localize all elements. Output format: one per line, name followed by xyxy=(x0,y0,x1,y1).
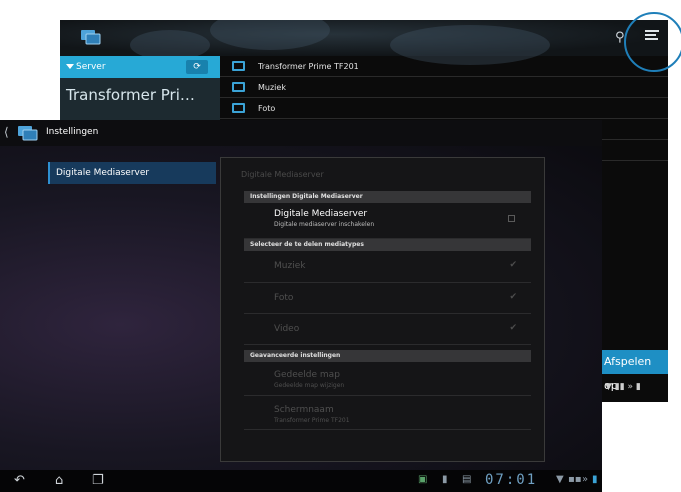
nav-item-digitale-mediaserver[interactable]: Digitale Mediaserver xyxy=(48,162,216,184)
list-item[interactable]: Transformer Prime TF201 xyxy=(220,56,668,77)
refresh-icon[interactable]: ⟳ xyxy=(186,60,208,74)
media-app-icon xyxy=(81,30,101,45)
section-header: Geavanceerde instellingen xyxy=(244,350,531,362)
device-name: Transformer Pri… xyxy=(66,86,195,104)
screen-name-setting[interactable]: Schermnaam Transformer Prime TF201 xyxy=(244,396,531,430)
clock: 07:01 xyxy=(485,472,538,488)
setting-title: Muziek xyxy=(274,261,306,271)
list-item-label: Foto xyxy=(258,104,276,113)
nav-item-label: Digitale Mediaserver xyxy=(56,168,150,178)
media-type-muziek[interactable]: Muziek ✔ xyxy=(244,251,531,283)
play-on-button[interactable]: Afspelen op xyxy=(600,350,668,392)
setting-subtitle: Digitale mediaserver inschakelen xyxy=(274,221,375,228)
setting-subtitle: Gedeelde map wijzigen xyxy=(274,382,345,389)
window-title: Instellingen xyxy=(46,127,99,137)
highlight-circle xyxy=(624,12,681,72)
setting-subtitle: Transformer Prime TF201 xyxy=(274,417,350,424)
server-header[interactable]: Server ⟳ xyxy=(60,56,220,78)
background-status-icons: ▼ ▮▮ » ▮ xyxy=(605,382,641,392)
shared-folder-setting[interactable]: Gedeelde map Gedeelde map wijzigen xyxy=(244,362,531,396)
media-type-foto[interactable]: Foto ✔ xyxy=(244,283,531,314)
usb-notification-icon: ▤ xyxy=(462,474,472,485)
setting-title: Video xyxy=(274,324,300,334)
background-action-bar: ⚲ xyxy=(60,20,668,65)
server-label: Server xyxy=(76,62,106,72)
expand-triangle-icon xyxy=(66,64,74,69)
media-app-icon[interactable] xyxy=(17,124,39,143)
list-item[interactable]: Foto xyxy=(220,98,668,119)
folder-icon xyxy=(232,103,245,113)
setting-title: Digitale Mediaserver xyxy=(274,209,368,219)
wifi-icon: ▼ xyxy=(556,474,564,485)
back-icon[interactable]: ↶ xyxy=(14,473,25,488)
home-icon[interactable]: ⌂ xyxy=(55,473,63,488)
system-navigation-bar: ↶ ⌂ ❐ ▣ ▮ ▤ 07:01 ▼ ▪▪ » ▮ xyxy=(0,470,602,492)
checkmark-icon[interactable]: ✔ xyxy=(509,260,517,270)
list-item-label: Transformer Prime TF201 xyxy=(258,62,359,71)
settings-screenshot: ⟨ Instellingen Digitale Mediaserver Digi… xyxy=(0,120,602,492)
device-icon xyxy=(232,61,245,71)
more-status-icon: » xyxy=(582,474,589,485)
battery-icon: ▮ xyxy=(592,474,598,485)
section-header: Selecteer de te delen mediatypes xyxy=(244,239,531,251)
setting-title: Schermnaam xyxy=(274,405,334,415)
enable-server-setting[interactable]: Digitale Mediaserver Digitale mediaserve… xyxy=(244,203,531,239)
enable-checkbox[interactable] xyxy=(508,215,515,222)
file-notification-icon: ▮ xyxy=(442,474,448,485)
panel-title: Digitale Mediaserver xyxy=(241,170,324,179)
recent-apps-icon[interactable]: ❐ xyxy=(92,473,104,488)
setting-title: Foto xyxy=(274,293,294,303)
list-item[interactable]: Muziek xyxy=(220,77,668,98)
back-chevron-icon[interactable]: ⟨ xyxy=(4,125,9,139)
checkmark-icon[interactable]: ✔ xyxy=(509,323,517,333)
checkmark-icon[interactable]: ✔ xyxy=(509,292,517,302)
signal-icon: ▪▪ xyxy=(568,474,582,485)
gallery-notification-icon: ▣ xyxy=(418,474,428,485)
setting-title: Gedeelde map xyxy=(274,370,340,380)
list-item-label: Muziek xyxy=(258,83,286,92)
preferences-list: Instellingen Digitale Mediaserver Digita… xyxy=(244,191,531,430)
settings-panel: Digitale Mediaserver Instellingen Digita… xyxy=(220,157,545,462)
settings-action-bar: ⟨ Instellingen xyxy=(0,120,602,146)
media-type-video[interactable]: Video ✔ xyxy=(244,314,531,345)
folder-icon xyxy=(232,82,245,92)
section-header: Instellingen Digitale Mediaserver xyxy=(244,191,531,203)
